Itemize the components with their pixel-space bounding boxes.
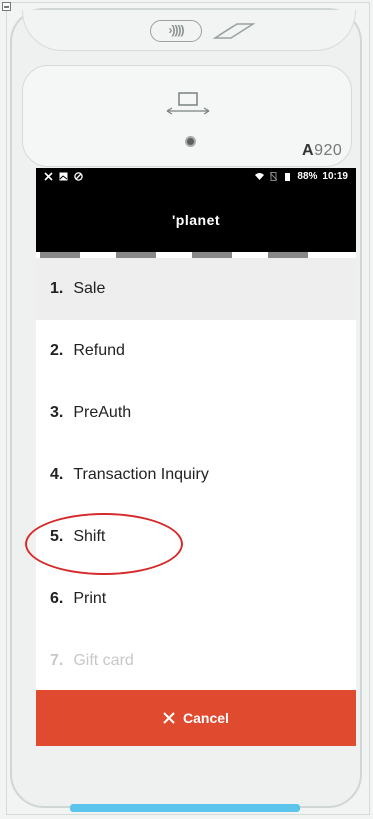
menu-item-label: Shift [73, 528, 106, 545]
clock: 10:19 [322, 171, 348, 182]
camera-lens [185, 136, 196, 147]
menu-item-label: Transaction Inquiry [73, 466, 209, 483]
cancel-button[interactable]: Cancel [36, 690, 356, 746]
battery-icon [285, 173, 291, 181]
menu-item-number: 3. [50, 404, 64, 421]
brand-logo-text: 'planet [171, 212, 221, 228]
header-stripe [40, 252, 80, 258]
header-stripe [116, 252, 156, 258]
device-top-rim: ›)))) [22, 10, 356, 51]
menu-item-transaction-inquiry[interactable]: 4. Transaction Inquiry [36, 444, 356, 506]
menu-item-label: Gift card [73, 652, 134, 669]
nfc-icon: ›)))) [150, 20, 202, 42]
terminal-screen: 88% 10:19 'planet 1. Sale 2. Refund 3. P… [36, 168, 356, 746]
menu-item-sale[interactable]: 1. Sale [36, 258, 356, 320]
header-stripe [268, 252, 308, 258]
model-label: A920 [302, 142, 343, 159]
battery-level: 88% [297, 171, 318, 182]
menu-item-number: 2. [50, 342, 64, 359]
cancel-label: Cancel [183, 710, 229, 726]
menu-item-label: PreAuth [73, 404, 132, 421]
menu-item-number: 6. [50, 590, 64, 607]
menu-item-gift-card[interactable]: 7. Gift card [36, 630, 356, 692]
image-icon [59, 172, 68, 181]
wifi-icon [255, 173, 265, 180]
window-corner-icon [2, 2, 11, 11]
blocked-icon [74, 172, 83, 181]
menu-item-preauth[interactable]: 3. PreAuth [36, 382, 356, 444]
menu-item-number: 1. [50, 280, 64, 297]
header-stripes [36, 252, 356, 258]
signal-off-icon [44, 172, 53, 181]
menu-item-number: 5. [50, 528, 64, 545]
menu-item-print[interactable]: 6. Print [36, 568, 356, 630]
menu-item-label: Print [73, 590, 107, 607]
menu-item-number: 7. [50, 652, 64, 669]
menu-item-shift[interactable]: 5. Shift [36, 506, 356, 568]
close-icon [163, 712, 175, 724]
menu-item-refund[interactable]: 2. Refund [36, 320, 356, 382]
accent-bar [70, 804, 300, 812]
no-sim-icon [270, 172, 278, 181]
menu-item-label: Refund [73, 342, 125, 359]
app-header: 'planet [36, 192, 356, 252]
transaction-menu: 1. Sale 2. Refund 3. PreAuth 4. Transact… [36, 258, 356, 692]
status-bar: 88% 10:19 [36, 168, 356, 192]
header-stripe [192, 252, 232, 258]
card-slot-icon [166, 92, 210, 115]
menu-item-number: 4. [50, 466, 64, 483]
contactless-card-icon [212, 23, 256, 39]
menu-item-label: Sale [73, 280, 106, 297]
